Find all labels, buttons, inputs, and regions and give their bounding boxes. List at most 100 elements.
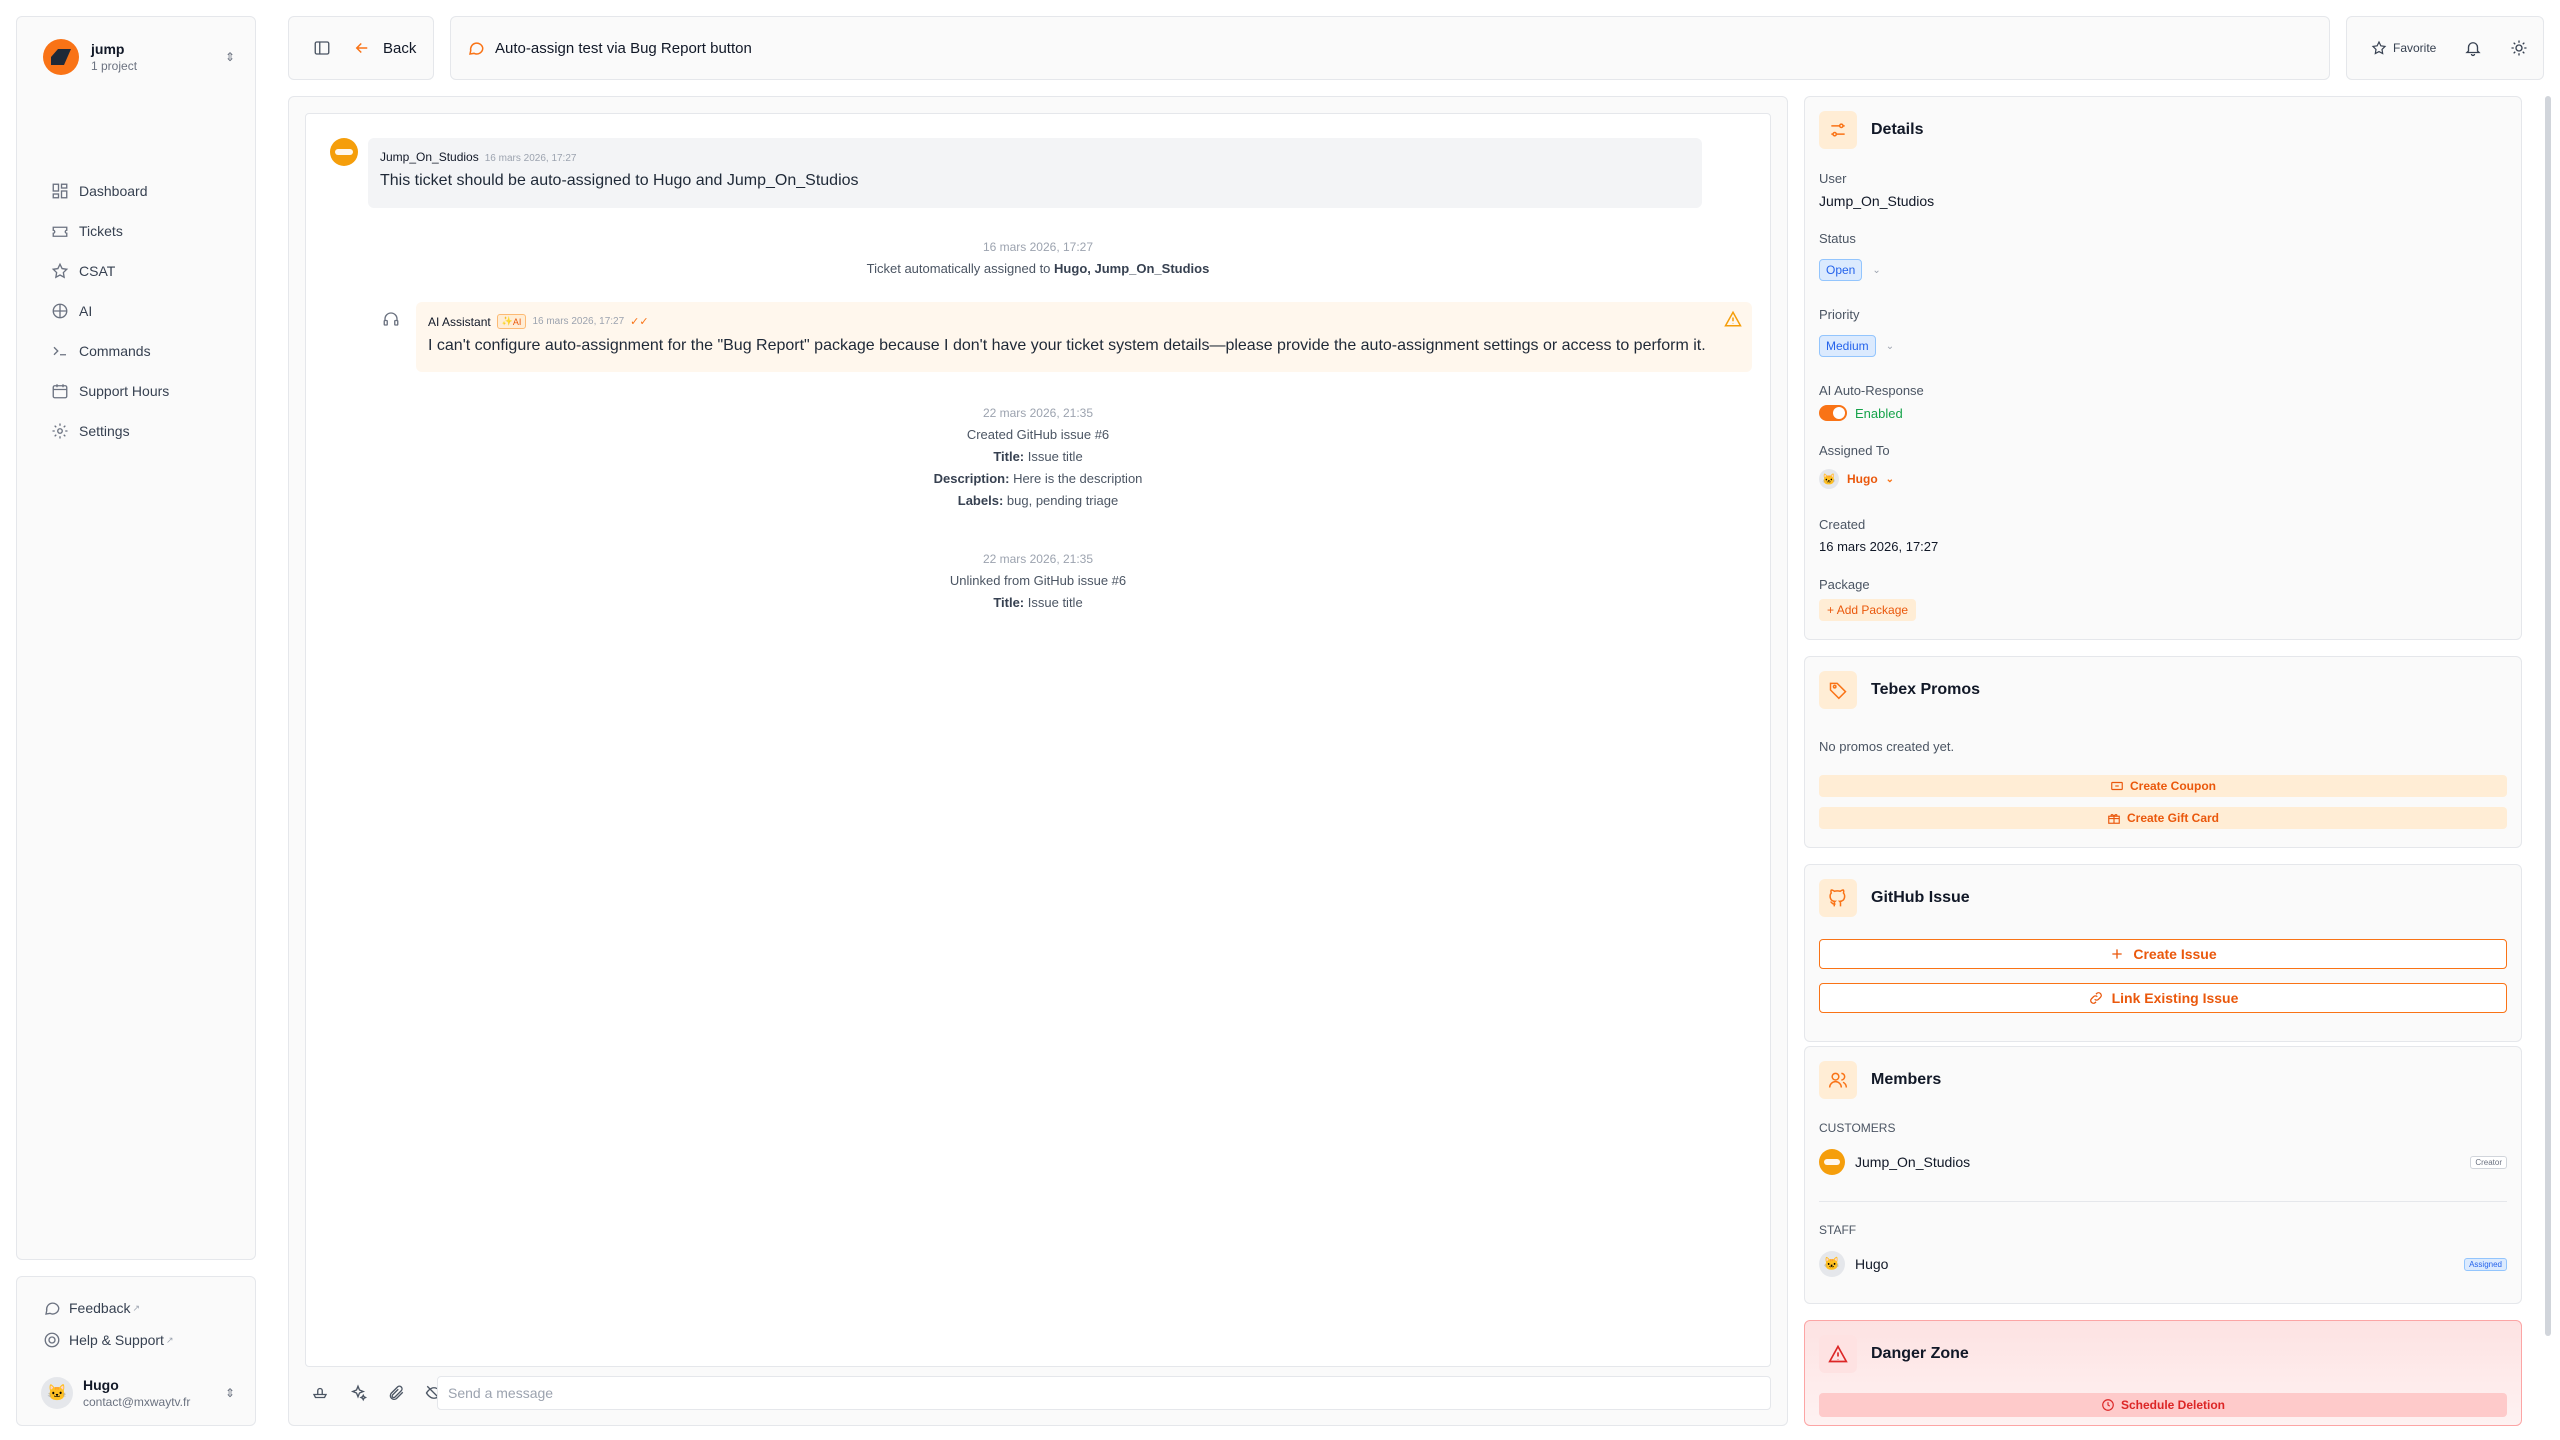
help-support-link[interactable]: Help & Support ↗ (43, 1331, 174, 1349)
bell-icon[interactable] (2464, 39, 2482, 57)
sparkles-icon[interactable] (349, 1384, 367, 1402)
field-label: Description: (933, 471, 1010, 486)
ai-badge: ✨ AI (496, 314, 527, 329)
create-coupon-button[interactable]: Create Coupon (1819, 775, 2507, 797)
chat-bubble-icon (469, 42, 484, 55)
sidebar-footer: Feedback ↗ Help & Support ↗ 🐱 Hugo contact… (16, 1276, 256, 1426)
nav-item-tickets[interactable]: Tickets (51, 211, 169, 251)
chat-bubble-icon (45, 1302, 60, 1315)
priority-label: Priority (1819, 307, 1860, 322)
avatar (330, 138, 358, 166)
sidebar-toggle-icon[interactable] (313, 39, 331, 57)
create-gift-card-label: Create Gift Card (2126, 811, 2220, 825)
message-author: AI Assistant (428, 314, 491, 329)
created-label: Created (1819, 517, 1866, 532)
field-label: Title: (993, 449, 1025, 464)
workspace-switcher[interactable]: jump 1 project ⇕ (43, 37, 235, 77)
add-package-button[interactable]: + Add Package (1819, 599, 1917, 621)
chevron-down-icon: ⌄ (1885, 340, 1895, 352)
favorite-button[interactable]: Favorite (2371, 40, 2436, 56)
create-issue-button[interactable]: Create Issue (1819, 939, 2507, 969)
warning-icon[interactable] (1724, 310, 1742, 328)
ticket-title: Auto-assign test via Bug Report button (495, 39, 752, 57)
toggle-switch (1819, 405, 1847, 421)
help-support-label: Help & Support (69, 1332, 164, 1348)
nav-item-commands[interactable]: Commands (51, 331, 169, 371)
event-time: 16 mars 2026, 17:27 (982, 240, 1094, 254)
user-label: User (1819, 171, 1847, 186)
right-panel-scrollbar[interactable] (2544, 96, 2552, 1426)
message-time: 16 mars 2026, 17:27 (484, 153, 577, 164)
schedule-deletion-label: Schedule Deletion (2120, 1398, 2226, 1412)
panel-header: Members (1819, 1061, 1941, 1099)
user-menu[interactable]: 🐱 Hugo contact@mxwaytv.fr ⇕ (41, 1377, 235, 1409)
divider (1819, 1201, 2507, 1202)
member-row[interactable]: 🐱 Hugo Assigned (1819, 1251, 2507, 1277)
field-value: bug, pending triage (1006, 493, 1119, 508)
priority-select[interactable]: Medium ⌄ (1819, 335, 1894, 357)
nav-label: CSAT (79, 263, 116, 279)
ai-response-toggle[interactable]: Enabled (1819, 405, 1903, 421)
member-row[interactable]: Jump_On_Studios Creator (1819, 1149, 2507, 1175)
calendar-icon (51, 382, 69, 400)
sun-icon[interactable] (2510, 39, 2528, 57)
tag-icon (1819, 671, 1857, 709)
stamp-icon[interactable] (311, 1384, 329, 1402)
members-panel: Members CUSTOMERS Jump_On_Studios Creato… (1804, 1046, 2522, 1304)
system-event-github-unlinked: 22 mars 2026, 21:35 Unlinked from GitHub… (306, 548, 1770, 614)
nav-item-ai[interactable]: AI (51, 291, 169, 331)
scrollbar-thumb[interactable] (2545, 96, 2551, 1336)
workspace-name: jump (91, 41, 125, 57)
assignee-select[interactable]: 🐱 Hugo ⌄ (1819, 469, 1894, 489)
back-button[interactable]: Back (353, 39, 416, 57)
topbar-nav: Back (288, 16, 434, 80)
feedback-label: Feedback (69, 1300, 131, 1316)
star-icon (51, 262, 69, 280)
schedule-deletion-button[interactable]: Schedule Deletion (1819, 1393, 2507, 1417)
panel-title: Tebex Promos (1871, 681, 1981, 698)
role-badge: Assigned (2464, 1257, 2507, 1271)
plus-icon: + (1827, 603, 1835, 617)
nav-item-support-hours[interactable]: Support Hours (51, 371, 169, 411)
message-bubble: Jump_On_Studios 16 mars 2026, 17:27 This … (368, 138, 1702, 208)
gear-icon (51, 422, 69, 440)
customers-heading: CUSTOMERS (1819, 1121, 1896, 1135)
arrow-left-icon (355, 42, 368, 54)
nav-item-csat[interactable]: CSAT (51, 251, 169, 291)
workspace-logo (43, 39, 79, 75)
link-existing-issue-button[interactable]: Link Existing Issue (1819, 983, 2507, 1013)
system-event-github-created: 22 mars 2026, 21:35 Created GitHub issue… (306, 402, 1770, 512)
staff-heading: STAFF (1819, 1223, 1857, 1237)
link-existing-issue-label: Link Existing Issue (2111, 990, 2239, 1006)
panel-header: Danger Zone (1819, 1335, 1969, 1373)
clock-icon (2102, 1399, 2114, 1411)
ai-badge-label: AI (512, 316, 522, 327)
chevron-updown-icon: ⇕ (224, 1386, 235, 1400)
nav-label: Dashboard (79, 183, 148, 199)
message-list[interactable]: Jump_On_Studios 16 mars 2026, 17:27 This … (305, 113, 1771, 1367)
nav-label: Settings (79, 423, 130, 439)
lifebuoy-icon (44, 1332, 60, 1348)
event-text: Created GitHub issue #6 (966, 427, 1110, 442)
nav-item-settings[interactable]: Settings (51, 411, 169, 451)
field-label: Title: (993, 595, 1025, 610)
feedback-link[interactable]: Feedback ↗ (43, 1299, 140, 1317)
message-input[interactable] (437, 1376, 1771, 1410)
message-composer (305, 1373, 1771, 1413)
double-check-icon: ✓✓ (630, 316, 649, 328)
avatar: 🐱 (1819, 1251, 1845, 1277)
event-time: 22 mars 2026, 21:35 (982, 552, 1094, 566)
status-label: Status (1819, 231, 1856, 246)
nav-item-dashboard[interactable]: Dashboard (51, 171, 169, 211)
assigned-label: Assigned To (1819, 443, 1890, 458)
role-badge: Creator (2470, 1155, 2507, 1169)
message-time: 16 mars 2026, 17:27 (532, 316, 625, 327)
plus-icon (2112, 949, 2123, 959)
priority-badge: Medium (1819, 335, 1876, 357)
status-select[interactable]: Open ⌄ (1819, 259, 1881, 281)
event-text: Unlinked from GitHub issue #6 (949, 573, 1127, 588)
field-value: Here is the description (1013, 471, 1143, 486)
paperclip-icon[interactable] (387, 1384, 405, 1402)
member-name: Jump_On_Studios (1855, 1154, 1971, 1170)
create-gift-card-button[interactable]: Create Gift Card (1819, 807, 2507, 829)
